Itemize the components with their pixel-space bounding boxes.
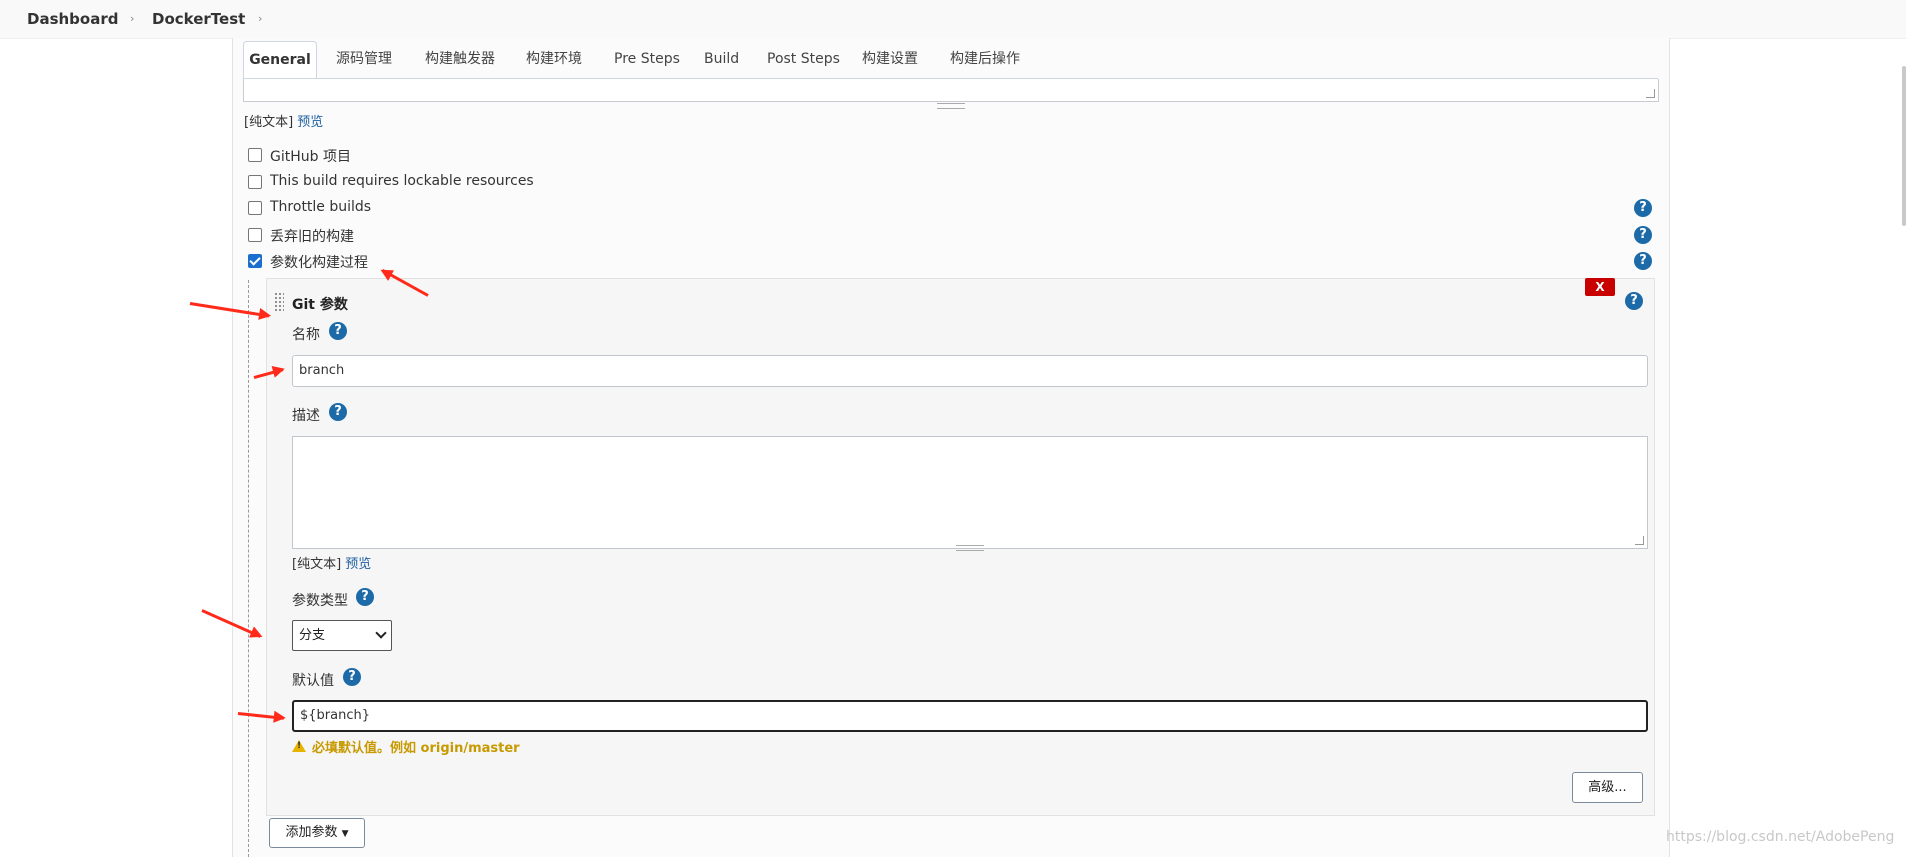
breadcrumb-separator: › — [130, 12, 135, 25]
name-input[interactable]: branch — [292, 355, 1648, 387]
drag-handle-icon[interactable] — [274, 292, 284, 312]
breadcrumb-dashboard[interactable]: Dashboard — [27, 10, 118, 28]
tab-build-settings[interactable]: 构建设置 — [862, 41, 918, 77]
parameterized-build-label: 参数化构建过程 — [270, 255, 368, 271]
discard-old-builds-label: 丢弃旧的构建 — [270, 229, 354, 245]
description-format: [纯文本] 预览 — [292, 553, 371, 572]
help-icon[interactable]: ? — [343, 668, 361, 686]
section-guide-line — [248, 280, 249, 857]
help-icon[interactable]: ? — [1634, 226, 1652, 244]
lockable-resources-checkbox[interactable] — [248, 175, 262, 189]
add-parameter-button[interactable]: 添加参数 ▼ — [269, 818, 365, 848]
caret-down-icon: ▼ — [341, 829, 349, 839]
description-label: 描述 — [292, 408, 320, 424]
github-project-label: GitHub 项目 — [270, 149, 351, 165]
parameter-title: Git 参数 — [292, 297, 348, 313]
tab-pre-steps[interactable]: Pre Steps — [614, 41, 680, 77]
resize-handle-icon[interactable] — [1646, 89, 1655, 98]
help-icon[interactable]: ? — [1634, 252, 1652, 270]
parameter-type-select[interactable]: 分支 — [292, 620, 392, 651]
warning-icon — [292, 740, 306, 752]
tab-post-build-actions[interactable]: 构建后操作 — [950, 41, 1020, 77]
lockable-resources-label: This build requires lockable resources — [270, 173, 534, 189]
resize-handle-icon[interactable] — [1635, 536, 1644, 545]
watermark: https://blog.csdn.net/AdobePeng — [1666, 829, 1895, 845]
add-parameter-label: 添加参数 — [285, 825, 338, 840]
advanced-button[interactable]: 高级... — [1572, 772, 1643, 803]
parameterized-build-checkbox[interactable] — [248, 254, 262, 268]
name-label: 名称 — [292, 327, 320, 343]
breadcrumb-project[interactable]: DockerTest — [152, 10, 245, 28]
project-description-textarea[interactable] — [243, 79, 1659, 102]
tab-build-triggers[interactable]: 构建触发器 — [425, 41, 495, 77]
default-value-warning: 必填默认值。例如 origin/master — [312, 741, 520, 756]
help-icon[interactable]: ? — [1634, 199, 1652, 217]
help-icon[interactable]: ? — [329, 403, 347, 421]
tab-source-code[interactable]: 源码管理 — [336, 41, 392, 77]
breadcrumb-separator: › — [258, 12, 263, 25]
preview-link[interactable]: 预览 — [345, 557, 371, 572]
throttle-builds-label: Throttle builds — [270, 199, 372, 215]
github-project-checkbox[interactable] — [248, 148, 262, 162]
tab-build-environment[interactable]: 构建环境 — [526, 41, 582, 77]
breadcrumb: Dashboard › DockerTest › — [0, 0, 1906, 39]
page-scrollbar[interactable] — [1902, 66, 1906, 226]
delete-parameter-button[interactable]: X — [1585, 278, 1615, 296]
parameter-type-label: 参数类型 — [292, 593, 348, 609]
tab-general[interactable]: General — [243, 41, 317, 78]
tab-post-steps[interactable]: Post Steps — [767, 41, 840, 77]
preview-link[interactable]: 预览 — [297, 115, 323, 130]
description-format: [纯文本] 预览 — [244, 111, 323, 130]
plain-text-label: [纯文本] — [244, 115, 294, 130]
parameter-type-value: 分支 — [299, 628, 326, 643]
throttle-builds-checkbox[interactable] — [248, 201, 262, 215]
textarea-grip-icon[interactable] — [937, 103, 965, 109]
default-value-label: 默认值 — [292, 673, 334, 689]
discard-old-builds-checkbox[interactable] — [248, 228, 262, 242]
description-textarea[interactable] — [292, 436, 1648, 549]
tab-build[interactable]: Build — [704, 41, 739, 77]
plain-text-label: [纯文本] — [292, 557, 342, 572]
chevron-down-icon — [375, 627, 387, 639]
default-value-input[interactable]: ${branch} — [292, 700, 1648, 732]
help-icon[interactable]: ? — [329, 322, 347, 340]
help-icon[interactable]: ? — [356, 588, 374, 606]
help-icon[interactable]: ? — [1625, 292, 1643, 310]
textarea-grip-icon[interactable] — [956, 545, 984, 551]
